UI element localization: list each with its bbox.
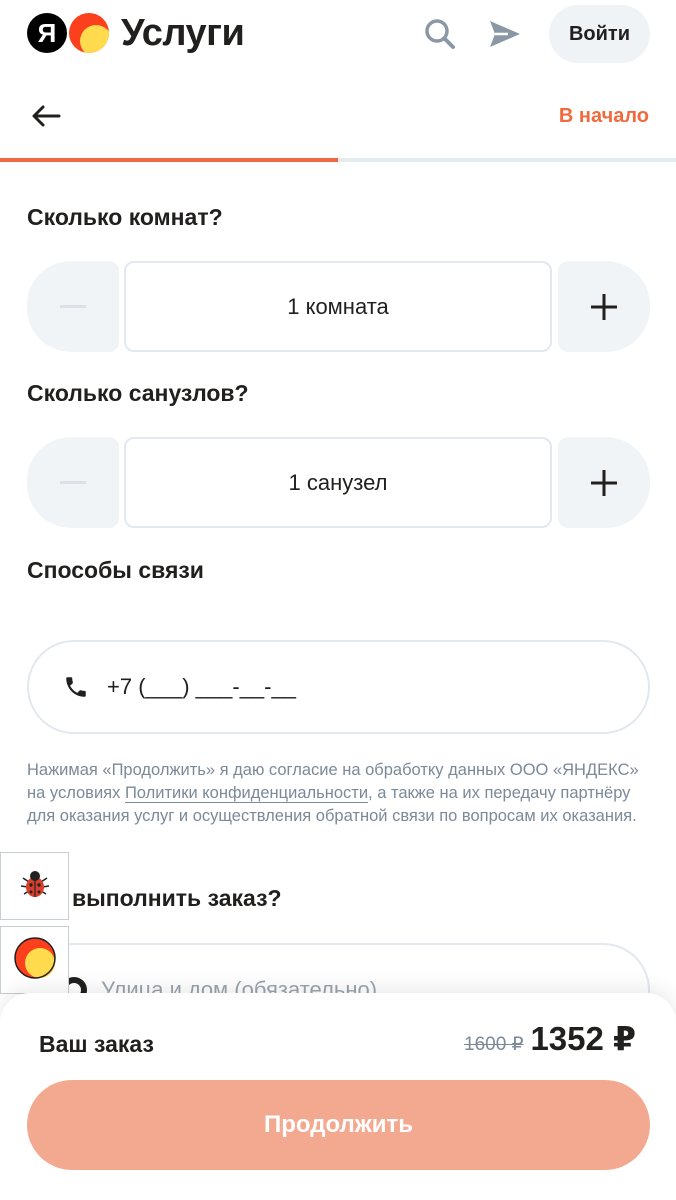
phone-field[interactable]: [27, 640, 650, 734]
search-icon[interactable]: [420, 14, 460, 54]
rooms-stepper: 1 комната: [27, 261, 650, 352]
assistant-widget[interactable]: [0, 926, 69, 994]
phone-icon: [61, 672, 91, 702]
services-ball-icon: [13, 936, 57, 985]
app-header: Я Услуги Войти: [0, 0, 676, 70]
bathrooms-title: Сколько санузлов?: [27, 380, 249, 406]
rooms-value: 1 комната: [124, 261, 552, 352]
order-label: Ваш заказ: [39, 1031, 154, 1057]
services-logo-icon: [69, 13, 109, 53]
rooms-minus-button[interactable]: [27, 261, 119, 352]
yandex-logo-icon: Я: [27, 13, 67, 53]
bug-report-widget[interactable]: [0, 852, 69, 920]
bathrooms-minus-button[interactable]: [27, 437, 119, 528]
consent-text: Нажимая «Продолжить» я даю согласие на о…: [27, 759, 652, 828]
back-arrow-icon[interactable]: [26, 96, 66, 136]
bathrooms-stepper: 1 санузел: [27, 437, 650, 528]
progress-fill: [0, 158, 338, 162]
rooms-title: Сколько комнат?: [27, 204, 223, 230]
yandex-services-logo[interactable]: Я Услуги: [27, 11, 245, 54]
send-icon[interactable]: [485, 14, 525, 54]
address-title: выполнить заказ?: [72, 885, 282, 911]
order-summary-sheet: Ваш заказ 1600 ₽ 1352 ₽ Продолжить: [0, 993, 676, 1200]
progress-bar: [0, 158, 676, 162]
phone-input[interactable]: [107, 674, 567, 700]
new-price: 1352 ₽: [530, 1020, 636, 1057]
to-start-link[interactable]: В начало: [559, 105, 649, 128]
rooms-plus-button[interactable]: [558, 261, 650, 352]
bathrooms-plus-button[interactable]: [558, 437, 650, 528]
contact-title: Способы связи: [27, 557, 204, 583]
bathrooms-value: 1 санузел: [124, 437, 552, 528]
continue-button[interactable]: Продолжить: [27, 1080, 650, 1170]
privacy-policy-link[interactable]: Политики конфиденциальности: [124, 784, 369, 803]
logo-text: Услуги: [121, 11, 245, 54]
ladybug-icon: [15, 864, 55, 909]
old-price: 1600 ₽: [464, 1034, 524, 1055]
login-button[interactable]: Войти: [549, 5, 650, 63]
